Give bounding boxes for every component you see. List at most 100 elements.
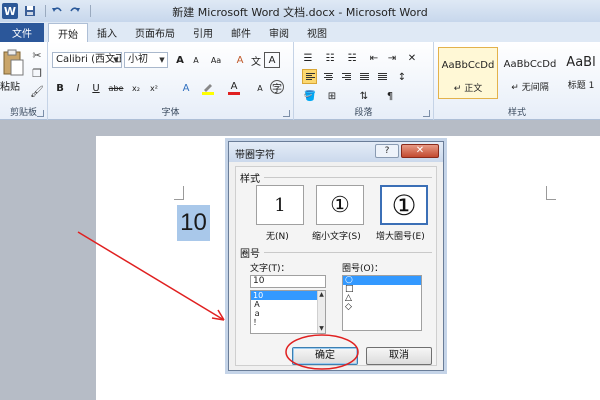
show-marks-icon[interactable]: ¶ xyxy=(382,88,398,104)
circle-section-label: 圈号 xyxy=(240,249,260,260)
list-item[interactable]: ○ xyxy=(343,276,421,285)
align-right-button[interactable] xyxy=(338,69,353,84)
tab-mailings[interactable]: 邮件 xyxy=(222,23,260,42)
selected-text[interactable]: 10 xyxy=(177,205,210,241)
font-name-combo[interactable]: Calibri (西文正 ▼ xyxy=(52,52,122,68)
style-no-spacing[interactable]: AaBbCcDd ↵ 无间隔 xyxy=(500,47,560,99)
italic-button[interactable]: I xyxy=(70,80,86,96)
cut-icon[interactable]: ✂ xyxy=(30,48,44,62)
align-left-button[interactable] xyxy=(302,69,317,84)
tab-references[interactable]: 引用 xyxy=(184,23,222,42)
increase-indent-icon[interactable]: ⇥ xyxy=(384,50,400,66)
paste-icon[interactable] xyxy=(2,48,26,78)
list-item[interactable]: Ａ xyxy=(251,300,325,309)
style-name: ↵ 无间隔 xyxy=(511,83,549,93)
circle-label: 圈号(O)： xyxy=(342,264,384,274)
text-listbox[interactable]: 10 Ａ ａ ！ ▲ ▼ xyxy=(250,290,326,334)
styles-group-label: 样式 xyxy=(507,108,526,118)
tab-page-layout[interactable]: 页面布局 xyxy=(126,23,184,42)
copy-icon[interactable]: ❐ xyxy=(30,66,44,80)
line-spacing-icon[interactable]: ↕ xyxy=(394,69,410,85)
chinese-layout-icon[interactable]: ✕ xyxy=(404,50,420,66)
close-button[interactable]: ✕ xyxy=(401,144,439,158)
scroll-down-icon[interactable]: ▼ xyxy=(318,325,325,333)
enclose-characters-dialog: 带圈字符 ? ✕ 样式 1 无(N) ① 缩小文字(S) ① 增大圈号(E) 圈… xyxy=(228,141,444,371)
help-button[interactable]: ? xyxy=(375,144,399,158)
change-case-icon[interactable]: Aa xyxy=(208,52,224,68)
dialog-title-bar[interactable]: 带圈字符 ? ✕ xyxy=(229,142,443,162)
borders-icon[interactable]: ⊞ xyxy=(324,88,340,104)
highlight-icon[interactable] xyxy=(200,80,216,96)
distributed-button[interactable] xyxy=(374,69,389,84)
tab-insert[interactable]: 插入 xyxy=(88,23,126,42)
ok-button[interactable]: 确定 xyxy=(292,347,358,365)
font-launcher-icon[interactable] xyxy=(283,110,290,117)
text-effects-icon[interactable]: A xyxy=(178,80,194,96)
shrink-font-icon[interactable]: A xyxy=(188,52,204,68)
list-item[interactable]: □ xyxy=(343,285,421,294)
style-option-none[interactable]: 1 xyxy=(256,185,304,225)
grow-font-icon[interactable]: A xyxy=(172,52,188,68)
styles-group: AaBbCcDd ↵ 正文 AaBbCcDd ↵ 无间隔 AaBl 标题 1 样… xyxy=(434,42,600,120)
multilevel-list-icon[interactable]: ☵ xyxy=(344,50,360,66)
numbering-icon[interactable]: ☷ xyxy=(322,50,338,66)
word-app-icon[interactable]: W xyxy=(2,3,18,19)
section-divider xyxy=(264,252,432,253)
chevron-down-icon[interactable]: ▼ xyxy=(111,53,121,67)
superscript-button[interactable]: x² xyxy=(146,80,162,96)
list-item[interactable]: ！ xyxy=(251,318,325,327)
clipboard-launcher-icon[interactable] xyxy=(37,110,44,117)
format-painter-icon[interactable]: 🖌 xyxy=(30,84,44,98)
tab-home[interactable]: 开始 xyxy=(48,23,88,42)
bold-button[interactable]: B xyxy=(52,80,68,96)
paragraph-launcher-icon[interactable] xyxy=(423,110,430,117)
subscript-button[interactable]: x₂ xyxy=(128,80,144,96)
qat-separator xyxy=(90,5,91,17)
tab-file[interactable]: 文件 xyxy=(0,23,44,42)
char-shading-icon[interactable]: A xyxy=(252,80,268,96)
list-item[interactable]: ａ xyxy=(251,309,325,318)
clear-format-icon[interactable]: A xyxy=(232,52,248,68)
strikethrough-button[interactable]: abe xyxy=(108,80,124,96)
undo-icon[interactable] xyxy=(50,4,64,18)
save-icon[interactable] xyxy=(23,4,37,18)
style-enlarge-label[interactable]: 增大圈号(E) xyxy=(376,229,425,242)
font-group-label: 字体 xyxy=(161,108,180,118)
style-shrink-label[interactable]: 缩小文字(S) xyxy=(312,229,361,242)
ribbon: 粘贴 ✂ ❐ 🖌 剪贴板 Calibri (西文正 ▼ 小初 ▼ A A Aa … xyxy=(0,42,600,120)
char-border-icon[interactable]: A xyxy=(264,52,280,68)
style-none-label[interactable]: 无(N) xyxy=(266,229,289,242)
tab-review[interactable]: 审阅 xyxy=(260,23,298,42)
clipboard-group: 粘贴 ✂ ❐ 🖌 剪贴板 xyxy=(0,42,48,120)
scroll-up-icon[interactable]: ▲ xyxy=(318,291,325,299)
align-center-button[interactable] xyxy=(320,69,335,84)
paste-button[interactable]: 粘贴 xyxy=(0,78,20,93)
chevron-down-icon[interactable]: ▼ xyxy=(157,53,167,67)
style-option-shrink-text[interactable]: ① xyxy=(316,185,364,225)
circle-listbox[interactable]: ○ □ △ ◇ xyxy=(342,275,422,331)
text-input[interactable]: 10 xyxy=(250,275,326,288)
style-heading-1[interactable]: AaBl 标题 1 xyxy=(562,47,600,99)
list-item[interactable]: ◇ xyxy=(343,303,421,312)
justify-button[interactable] xyxy=(356,69,371,84)
font-size-combo[interactable]: 小初 ▼ xyxy=(124,52,168,68)
redo-icon[interactable] xyxy=(68,4,82,18)
list-item[interactable]: 10 xyxy=(251,291,325,300)
style-shrink-glyph: ① xyxy=(330,192,350,218)
style-option-enlarge-symbol[interactable]: ① xyxy=(380,185,428,225)
style-normal[interactable]: AaBbCcDd ↵ 正文 xyxy=(438,47,498,99)
shading-icon[interactable]: 🪣 xyxy=(302,88,318,104)
phonetic-guide-icon[interactable]: 文 xyxy=(248,52,264,68)
bullets-icon[interactable]: ☰ xyxy=(300,50,316,66)
scrollbar[interactable]: ▲ ▼ xyxy=(317,291,325,333)
quick-access-toolbar: W xyxy=(0,0,95,22)
enclose-characters-icon[interactable]: 字 xyxy=(270,80,284,95)
sort-icon[interactable]: ⇅ xyxy=(356,88,372,104)
tab-view[interactable]: 视图 xyxy=(298,23,336,42)
style-name: 标题 1 xyxy=(567,81,595,91)
underline-button[interactable]: U xyxy=(88,80,104,96)
cancel-button[interactable]: 取消 xyxy=(366,347,432,365)
list-item[interactable]: △ xyxy=(343,294,421,303)
font-color-icon[interactable]: A xyxy=(226,80,242,96)
decrease-indent-icon[interactable]: ⇤ xyxy=(366,50,382,66)
